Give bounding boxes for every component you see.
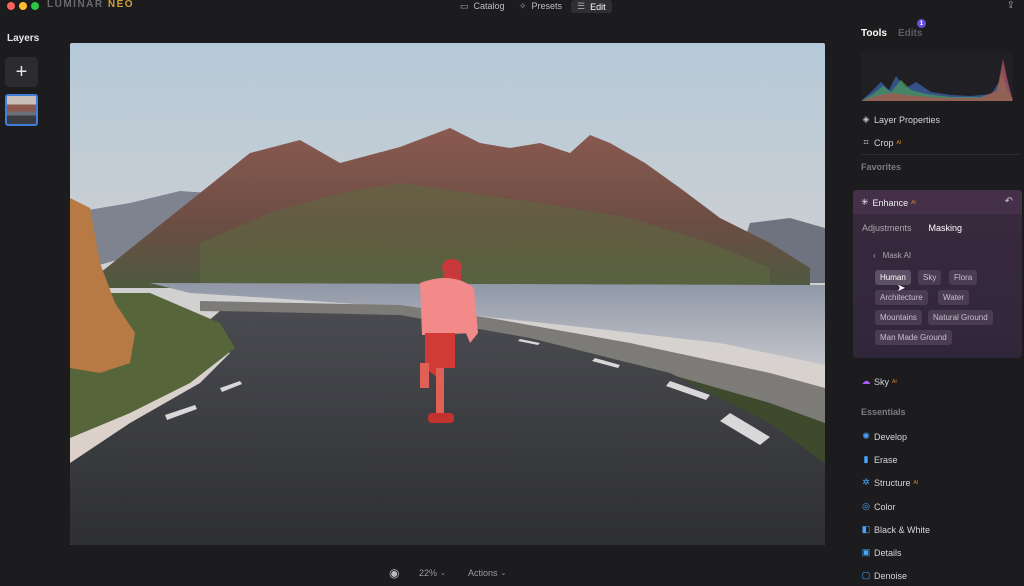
maximize-window-button[interactable] (31, 2, 39, 10)
favorites-label: Favorites (861, 162, 902, 172)
tab-edits-label: Edits (897, 28, 923, 39)
tab-tools[interactable]: Tools (861, 28, 887, 39)
divider (861, 154, 1021, 155)
nav-edit-label: Edit (590, 1, 606, 12)
mask-chip-man-made-ground[interactable]: Man Made Ground (875, 330, 952, 345)
tool-develop[interactable]: ✺ Develop (861, 431, 907, 442)
tab-edits[interactable]: Edits 1 (897, 19, 926, 39)
close-window-button[interactable] (7, 2, 15, 10)
edits-count-badge: 1 (916, 19, 926, 28)
tool-structure[interactable]: ✲ Structure AI (861, 477, 918, 488)
tool-color[interactable]: ◎ Color (861, 501, 896, 512)
tool-denoise[interactable]: ▢ Denoise (861, 570, 907, 581)
sliders-icon: ☰ (577, 1, 586, 11)
layer-properties-label: Layer Properties (874, 114, 941, 125)
ai-badge: AI (892, 378, 897, 385)
crop-icon: ⌗ (863, 137, 869, 147)
layers-title: Layers (7, 33, 40, 44)
ai-badge: AI (911, 199, 916, 206)
structure-icon: ✲ (862, 477, 870, 487)
histogram-graph (861, 58, 1013, 101)
tab-masking[interactable]: Masking (929, 223, 963, 233)
sparkle-icon: ✳ (861, 197, 869, 207)
cloud-icon: ☁ (861, 376, 871, 386)
details-icon: ▣ (861, 547, 871, 557)
layer-properties-item[interactable]: ◈ Layer Properties (861, 114, 941, 125)
eraser-icon: ▮ (863, 454, 869, 464)
folder-icon: ▭ (460, 0, 469, 11)
enhance-title: ✳ Enhance AI (861, 197, 916, 208)
nav-catalog-label: Catalog (473, 1, 505, 11)
nav-presets[interactable]: ✧ Presets (519, 0, 562, 12)
crop-item[interactable]: ⌗ Crop AI (861, 137, 901, 148)
mask-chip-flora[interactable]: Flora (949, 270, 978, 285)
actions-dropdown[interactable]: Actions ⌄ (468, 566, 506, 580)
color-icon: ◎ (862, 501, 870, 511)
essentials-label: Essentials (861, 407, 906, 417)
mask-ai-label: Mask AI (882, 251, 912, 260)
sun-icon: ✺ (862, 431, 870, 441)
tool-details[interactable]: ▣ Details (861, 547, 902, 558)
sparkle-icon: ✧ (519, 0, 527, 11)
eye-icon[interactable]: ◉ (389, 566, 399, 580)
photo-image (70, 43, 825, 545)
tool-develop-label: Develop (874, 431, 908, 442)
sky-item[interactable]: ☁ Sky AI (861, 376, 897, 387)
actions-label: Actions (468, 568, 498, 578)
tool-color-label: Color (874, 501, 896, 512)
chevron-down-icon: ⌄ (500, 570, 507, 577)
mask-chip-human[interactable]: Human (875, 270, 911, 285)
crop-label: Crop (874, 137, 894, 148)
panel-tabs: Tools Edits 1 (861, 19, 926, 39)
nav-edit[interactable]: ☰ Edit (571, 0, 612, 13)
app-logo: LUMINAR NEO (47, 0, 135, 10)
tool-erase-label: Erase (874, 454, 898, 465)
enhance-subtabs: Adjustments Masking (862, 223, 962, 233)
nav-presets-label: Presets (531, 1, 563, 11)
layers-icon: ◈ (862, 114, 870, 124)
tool-erase[interactable]: ▮ Erase (861, 454, 898, 465)
sky-label: Sky (874, 376, 890, 387)
zoom-label: 22% (419, 568, 438, 578)
mask-chip-natural-ground[interactable]: Natural Ground (928, 310, 993, 325)
ai-badge: AI (913, 479, 919, 486)
mouse-cursor-icon: ➤ (897, 283, 906, 294)
share-icon[interactable]: ⇪ (1007, 0, 1015, 11)
photo-canvas[interactable] (70, 43, 825, 545)
tool-black-white-label: Black & White (874, 524, 931, 535)
tool-details-label: Details (874, 547, 902, 558)
tool-structure-label: Structure (874, 477, 911, 488)
nav-catalog[interactable]: ▭ Catalog (460, 0, 505, 12)
chevron-left-icon: ‹ (873, 251, 876, 260)
mask-ai-back[interactable]: ‹ Mask AI (873, 251, 911, 260)
histogram (861, 52, 1013, 101)
mask-chip-mountains[interactable]: Mountains (875, 310, 922, 325)
chevron-down-icon: ⌄ (440, 570, 446, 577)
plus-icon: + (15, 60, 28, 83)
tool-denoise-label: Denoise (874, 570, 908, 581)
enhance-panel: ✳ Enhance AI ↶ Adjustments Masking ‹ Mas… (853, 190, 1022, 358)
title-bar: LUMINAR NEO ▭ Catalog ✧ Presets ☰ Edit ⇪ (0, 0, 1024, 13)
denoise-icon: ▢ (861, 570, 871, 580)
mask-chip-sky[interactable]: Sky (918, 270, 942, 285)
tool-black-white[interactable]: ◧ Black & White (861, 524, 930, 535)
layer-thumbnail[interactable] (5, 94, 38, 126)
ai-badge: AI (896, 139, 902, 146)
add-layer-button[interactable]: + (5, 57, 38, 87)
tab-adjustments[interactable]: Adjustments (862, 223, 912, 233)
zoom-dropdown[interactable]: 22% ⌄ (419, 566, 446, 580)
minimize-window-button[interactable] (19, 2, 27, 10)
black-white-icon: ◧ (861, 524, 871, 534)
mask-chip-water[interactable]: Water (938, 290, 970, 305)
enhance-header[interactable]: ✳ Enhance AI ↶ (853, 190, 1022, 214)
undo-icon[interactable]: ↶ (1005, 196, 1013, 207)
enhance-label: Enhance (872, 197, 909, 208)
